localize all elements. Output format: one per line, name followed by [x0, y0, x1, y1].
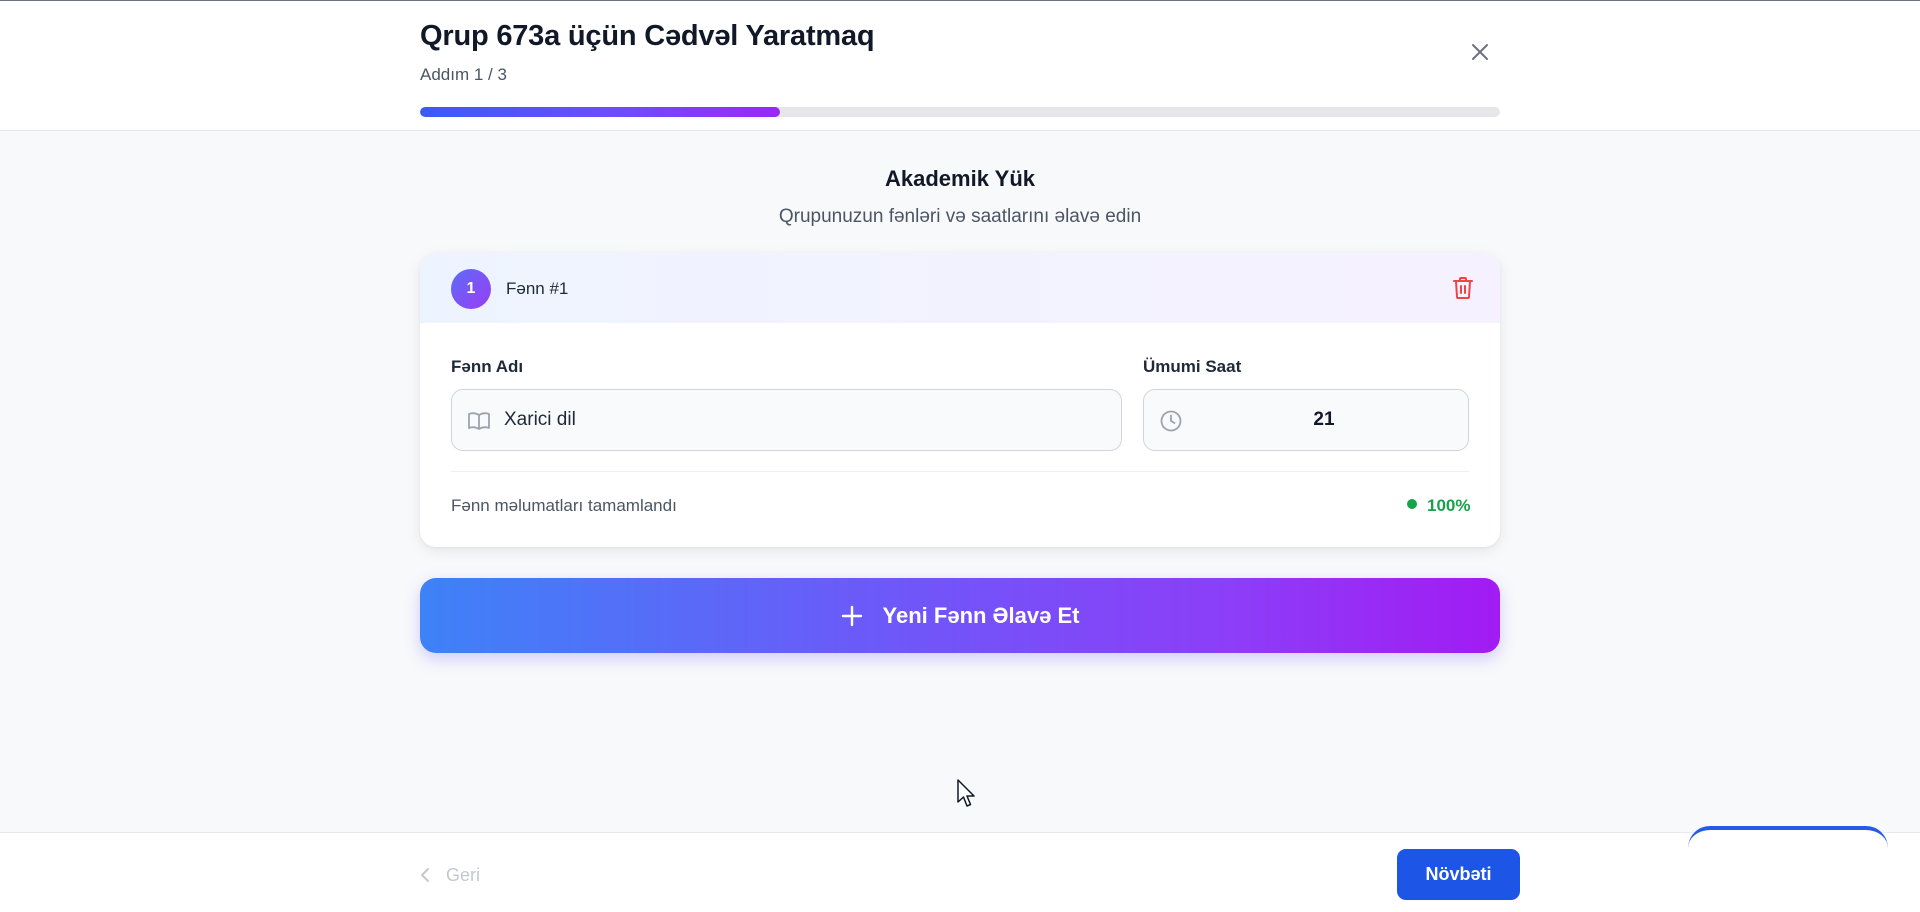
- floating-ghost-button: [1688, 826, 1888, 912]
- page-title: Qrup 673a üçün Cədvəl Yaratmaq: [420, 20, 875, 52]
- next-button[interactable]: Növbəti: [1397, 849, 1520, 900]
- total-hours-input[interactable]: [1194, 390, 1454, 450]
- total-hours-label: Ümumi Saat: [1143, 357, 1242, 376]
- section-subtitle: Qrupunuzun fənləri və saatlarını əlavə e…: [778, 206, 1142, 227]
- subject-name-input[interactable]: [502, 390, 1102, 450]
- trash-icon: [1453, 277, 1473, 299]
- plus-icon: [841, 605, 862, 626]
- total-hours-field-wrapper: [1143, 389, 1469, 451]
- wizard-header: Qrup 673a üçün Cədvəl Yaratmaq Addım 1 /…: [0, 1, 1920, 131]
- section-title: Akademik Yük: [884, 166, 1035, 191]
- chevron-left-icon: [421, 868, 429, 882]
- subject-number-badge: 1: [451, 269, 491, 309]
- subject-name-field-wrapper: [451, 389, 1122, 451]
- close-button[interactable]: [1465, 37, 1495, 67]
- header-content: Qrup 673a üçün Cədvəl Yaratmaq Addım 1 /…: [420, 1, 1500, 131]
- subject-card-title: Fənn #1: [506, 279, 569, 298]
- clock-icon: [1160, 410, 1182, 432]
- card-divider: [451, 471, 1469, 472]
- progress-bar: [420, 107, 1500, 117]
- subject-card: 1 Fənn #1 Fənn Adı Ümumi Saat Fənn məlum…: [420, 253, 1500, 547]
- close-icon: [1472, 44, 1488, 60]
- subject-name-label: Fənn Adı: [451, 357, 524, 376]
- add-subject-button[interactable]: Yeni Fənn Əlavə Et: [420, 578, 1500, 653]
- delete-subject-button[interactable]: [1450, 275, 1476, 301]
- completion-percent: 100%: [1427, 496, 1471, 515]
- mouse-cursor-icon: [957, 779, 975, 807]
- wizard-footer: Geri Növbəti: [0, 832, 1920, 912]
- subject-card-header: 1 Fənn #1: [420, 253, 1500, 323]
- back-button[interactable]: Geri: [418, 861, 480, 889]
- add-subject-label: Yeni Fənn Əlavə Et: [882, 602, 1080, 628]
- completion-status-text: Fənn məlumatları tamamlandı: [451, 496, 677, 515]
- book-icon: [468, 412, 490, 430]
- back-label: Geri: [446, 864, 481, 885]
- completion-status-dot: [1407, 499, 1417, 509]
- step-indicator: Addım 1 / 3: [420, 65, 507, 84]
- progress-bar-fill: [420, 107, 780, 117]
